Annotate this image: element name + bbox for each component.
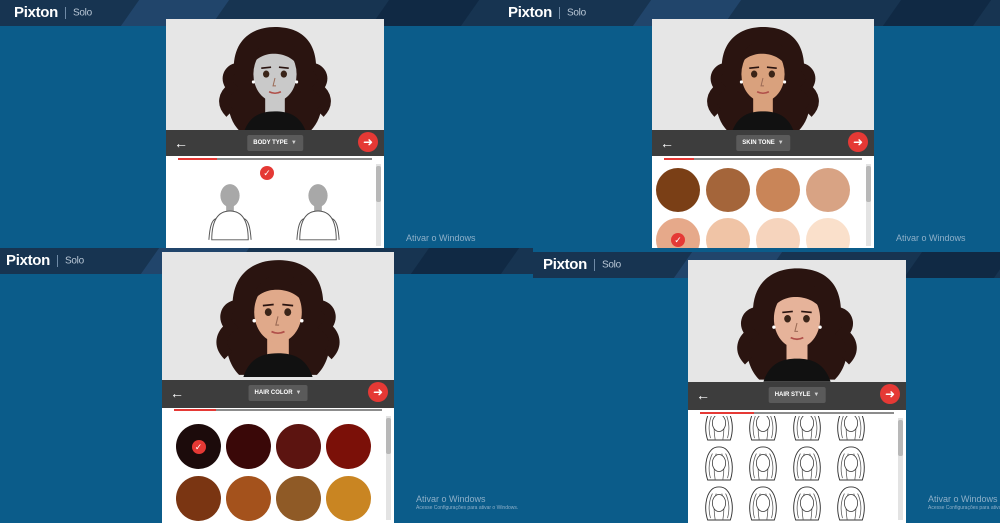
color-swatch[interactable]	[806, 218, 850, 248]
windows-activation-watermark: Ativar o Windows Acesse Configurações par…	[928, 494, 1000, 511]
color-swatch[interactable]	[276, 424, 321, 469]
color-swatch[interactable]	[756, 218, 800, 248]
progress-bar	[178, 158, 372, 160]
hair-style-option[interactable]	[702, 416, 736, 442]
hair-style-option[interactable]	[834, 484, 868, 522]
color-swatch[interactable]	[756, 168, 800, 212]
windows-activation-watermark: Ativar o Windows Acesse Configurações par…	[416, 494, 519, 511]
color-swatch[interactable]	[656, 168, 700, 212]
color-swatch[interactable]	[706, 218, 750, 248]
pixton-logo[interactable]: Pixton Solo	[508, 4, 586, 21]
pane-skin-tone: Pixton Solo ← SKIN TONE ▼ ➜ ✓ Ativar o Win…	[502, 0, 1000, 248]
character-preview	[162, 252, 394, 380]
pixton-logo[interactable]: Pixton Solo	[6, 252, 84, 269]
progress-bar	[700, 412, 894, 414]
color-swatch[interactable]: ✓	[176, 424, 221, 469]
avatar-image	[734, 266, 860, 382]
scrollbar[interactable]	[866, 164, 871, 246]
back-button[interactable]: ←	[174, 134, 188, 152]
windows-activation-watermark: Ativar o Windows	[896, 233, 966, 243]
character-preview	[688, 260, 906, 382]
avatar-image	[213, 258, 343, 377]
editor-toolbar: ← BODY TYPE ▼ ➜	[166, 130, 384, 156]
body-type-option-2[interactable]	[294, 178, 342, 244]
next-button[interactable]: ➜	[358, 132, 378, 152]
editor-toolbar: ← HAIR COLOR ▼ ➜	[162, 380, 394, 408]
progress-fill	[664, 158, 694, 160]
scrollbar[interactable]	[376, 164, 381, 246]
character-editor-panel: ← BODY TYPE ▼ ➜ ✓	[166, 19, 384, 248]
hair-style-option[interactable]	[746, 484, 780, 522]
progress-fill	[178, 158, 217, 160]
plan-label: Solo	[65, 255, 84, 267]
color-swatch[interactable]	[226, 476, 271, 521]
next-button[interactable]: ➜	[368, 382, 388, 402]
chevron-down-icon: ▼	[777, 140, 784, 146]
character-editor-panel: ← SKIN TONE ▼ ➜ ✓	[652, 19, 874, 248]
next-button[interactable]: ➜	[848, 132, 868, 152]
hair-color-options: ✓	[162, 414, 394, 523]
hair-style-option[interactable]	[702, 444, 736, 482]
step-dropdown[interactable]: SKIN TONE ▼	[736, 135, 790, 151]
scrollbar[interactable]	[386, 416, 391, 520]
color-swatch[interactable]	[326, 476, 371, 521]
body-type-option-1[interactable]	[206, 178, 254, 244]
avatar-image	[216, 25, 334, 130]
hair-style-option[interactable]	[790, 444, 824, 482]
hair-style-option[interactable]	[746, 416, 780, 442]
hair-style-option[interactable]	[790, 416, 824, 442]
character-preview	[652, 19, 874, 130]
chevron-down-icon: ▼	[290, 140, 297, 146]
chevron-down-icon: ▼	[295, 390, 302, 396]
progress-bar	[664, 158, 862, 160]
color-swatch[interactable]	[276, 476, 321, 521]
next-button[interactable]: ➜	[880, 384, 900, 404]
hair-style-option[interactable]	[790, 484, 824, 522]
character-preview	[166, 19, 384, 130]
back-button[interactable]: ←	[696, 386, 710, 404]
hair-style-option[interactable]	[834, 416, 868, 442]
hair-style-option[interactable]	[746, 444, 780, 482]
back-button[interactable]: ←	[660, 134, 674, 152]
plan-label: Solo	[602, 259, 621, 271]
pixton-logo[interactable]: Pixton Solo	[14, 4, 92, 21]
pane-hair-color: Pixton Solo ← HAIR COLOR ▼ ➜ ✓ Ativar o Wi…	[0, 248, 533, 523]
pane-body-type: Pixton Solo ← BODY TYPE ▼ ➜ ✓ Ativar o Win…	[0, 0, 502, 248]
color-swatch[interactable]	[326, 424, 371, 469]
pane-hair-style: Pixton Solo ← HAIR STYLE ▼ ➜ Ativar o Wind…	[533, 248, 1000, 523]
character-editor-panel: ← HAIR STYLE ▼ ➜	[688, 260, 906, 523]
editor-toolbar: ← SKIN TONE ▼ ➜	[652, 130, 874, 156]
progress-bar	[174, 409, 382, 411]
hair-style-option[interactable]	[702, 484, 736, 522]
step-dropdown[interactable]: HAIR STYLE ▼	[768, 387, 826, 403]
color-swatch[interactable]	[806, 168, 850, 212]
screenshot-collage: Pixton Solo ← BODY TYPE ▼ ➜ ✓ Ativar o Win…	[0, 0, 1000, 523]
pixton-logo[interactable]: Pixton Solo	[543, 256, 621, 273]
body-type-options: ✓	[166, 162, 384, 248]
plan-label: Solo	[73, 7, 92, 19]
skin-tone-options: ✓	[652, 162, 874, 248]
step-dropdown[interactable]: HAIR COLOR ▼	[248, 385, 308, 401]
step-dropdown[interactable]: BODY TYPE ▼	[247, 135, 303, 151]
progress-fill	[700, 412, 755, 414]
checkmark-icon: ✓	[191, 439, 206, 454]
color-swatch[interactable]	[706, 168, 750, 212]
plan-label: Solo	[567, 7, 586, 19]
color-swatch[interactable]	[176, 476, 221, 521]
back-button[interactable]: ←	[170, 384, 184, 402]
color-swatch[interactable]: ✓	[656, 218, 700, 248]
checkmark-icon: ✓	[260, 166, 274, 180]
checkmark-icon: ✓	[671, 233, 685, 247]
windows-activation-watermark: Ativar o Windows	[406, 233, 476, 243]
character-editor-panel: ← HAIR COLOR ▼ ➜ ✓	[162, 252, 394, 523]
hair-style-options	[688, 416, 906, 523]
progress-fill	[174, 409, 216, 411]
hair-style-option[interactable]	[834, 444, 868, 482]
avatar-image	[704, 25, 822, 130]
color-swatch[interactable]	[226, 424, 271, 469]
chevron-down-icon: ▼	[813, 392, 820, 398]
editor-toolbar: ← HAIR STYLE ▼ ➜	[688, 382, 906, 410]
scrollbar[interactable]	[898, 418, 903, 520]
